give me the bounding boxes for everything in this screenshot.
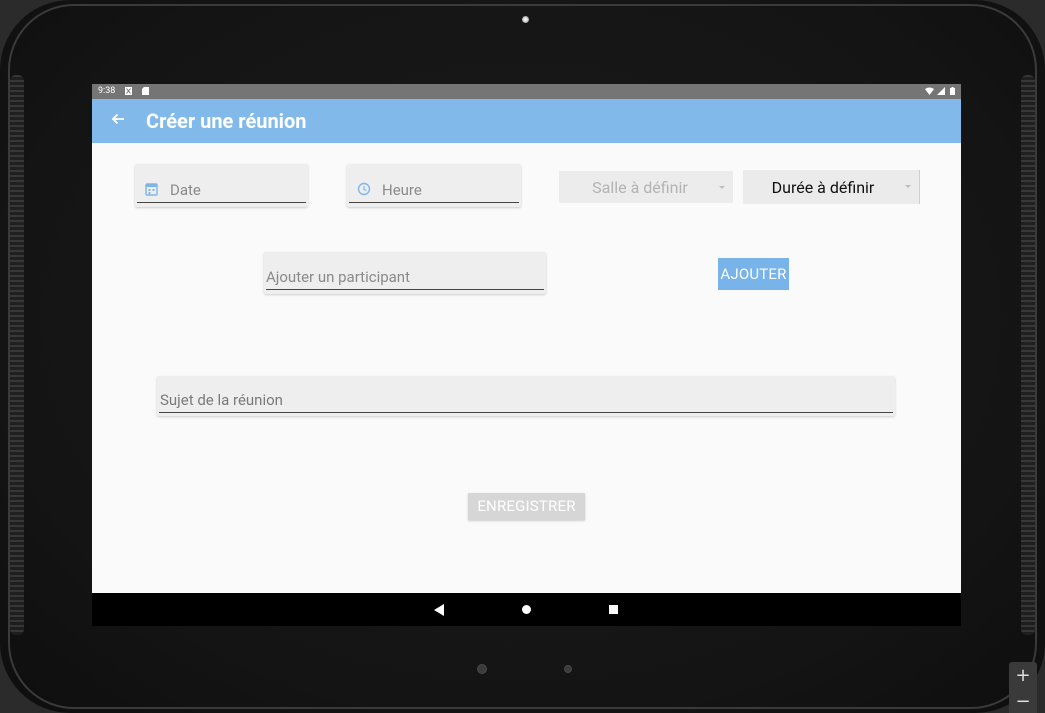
duration-spinner-value: Durée à définir: [771, 177, 875, 197]
subject-underline: [159, 412, 893, 413]
time-field[interactable]: Heure: [347, 164, 521, 207]
speaker-grille-right: [1021, 75, 1035, 635]
date-underline: [137, 202, 306, 203]
speaker-grille-left: [10, 75, 24, 635]
time-placeholder: Heure: [382, 181, 422, 199]
status-bar: 9:38: [92, 84, 961, 99]
nav-back-icon[interactable]: [434, 604, 444, 616]
page-title: Créer une réunion: [146, 109, 307, 133]
notification-icon: [125, 87, 132, 95]
participant-placeholder: Ajouter un participant: [266, 268, 410, 286]
room-spinner[interactable]: Salle à définir: [559, 171, 733, 203]
battery-icon: [950, 87, 955, 95]
dropdown-arrow-icon: [719, 186, 725, 189]
device-screen: 9:38 Créer une réunion Date Heure Salle …: [92, 84, 961, 626]
add-participant-button[interactable]: AJOUTER: [718, 258, 789, 290]
room-spinner-value: Salle à définir: [592, 177, 688, 197]
save-button[interactable]: ENREGISTRER: [468, 493, 585, 520]
participant-underline: [266, 289, 544, 290]
zoom-out-button[interactable]: −: [1009, 691, 1037, 712]
arrow-back-icon[interactable]: [108, 109, 128, 129]
date-field[interactable]: Date: [135, 164, 308, 207]
calendar-icon: [145, 183, 158, 196]
sensor: [564, 665, 572, 673]
clock-icon: [357, 182, 371, 196]
sensor: [477, 664, 487, 674]
front-camera: [522, 16, 529, 23]
zoom-in-button[interactable]: +: [1009, 665, 1037, 686]
date-placeholder: Date: [170, 181, 201, 199]
participant-field[interactable]: Ajouter un participant: [264, 252, 546, 294]
subject-field[interactable]: Sujet de la réunion: [157, 376, 895, 416]
nav-home-icon[interactable]: [522, 605, 531, 614]
app-bar: Créer une réunion: [92, 99, 961, 143]
emulator-zoom-control: + −: [1009, 662, 1037, 713]
time-underline: [349, 202, 519, 203]
signal-icon: [937, 87, 945, 95]
duration-spinner[interactable]: Durée à définir: [743, 170, 919, 204]
wifi-icon: [925, 87, 934, 95]
sd-card-icon: [142, 87, 149, 95]
subject-placeholder: Sujet de la réunion: [160, 391, 283, 409]
system-nav-bar: [92, 593, 961, 626]
dropdown-arrow-icon: [905, 185, 911, 188]
status-time: 9:38: [98, 86, 116, 96]
nav-recents-icon[interactable]: [609, 605, 618, 614]
